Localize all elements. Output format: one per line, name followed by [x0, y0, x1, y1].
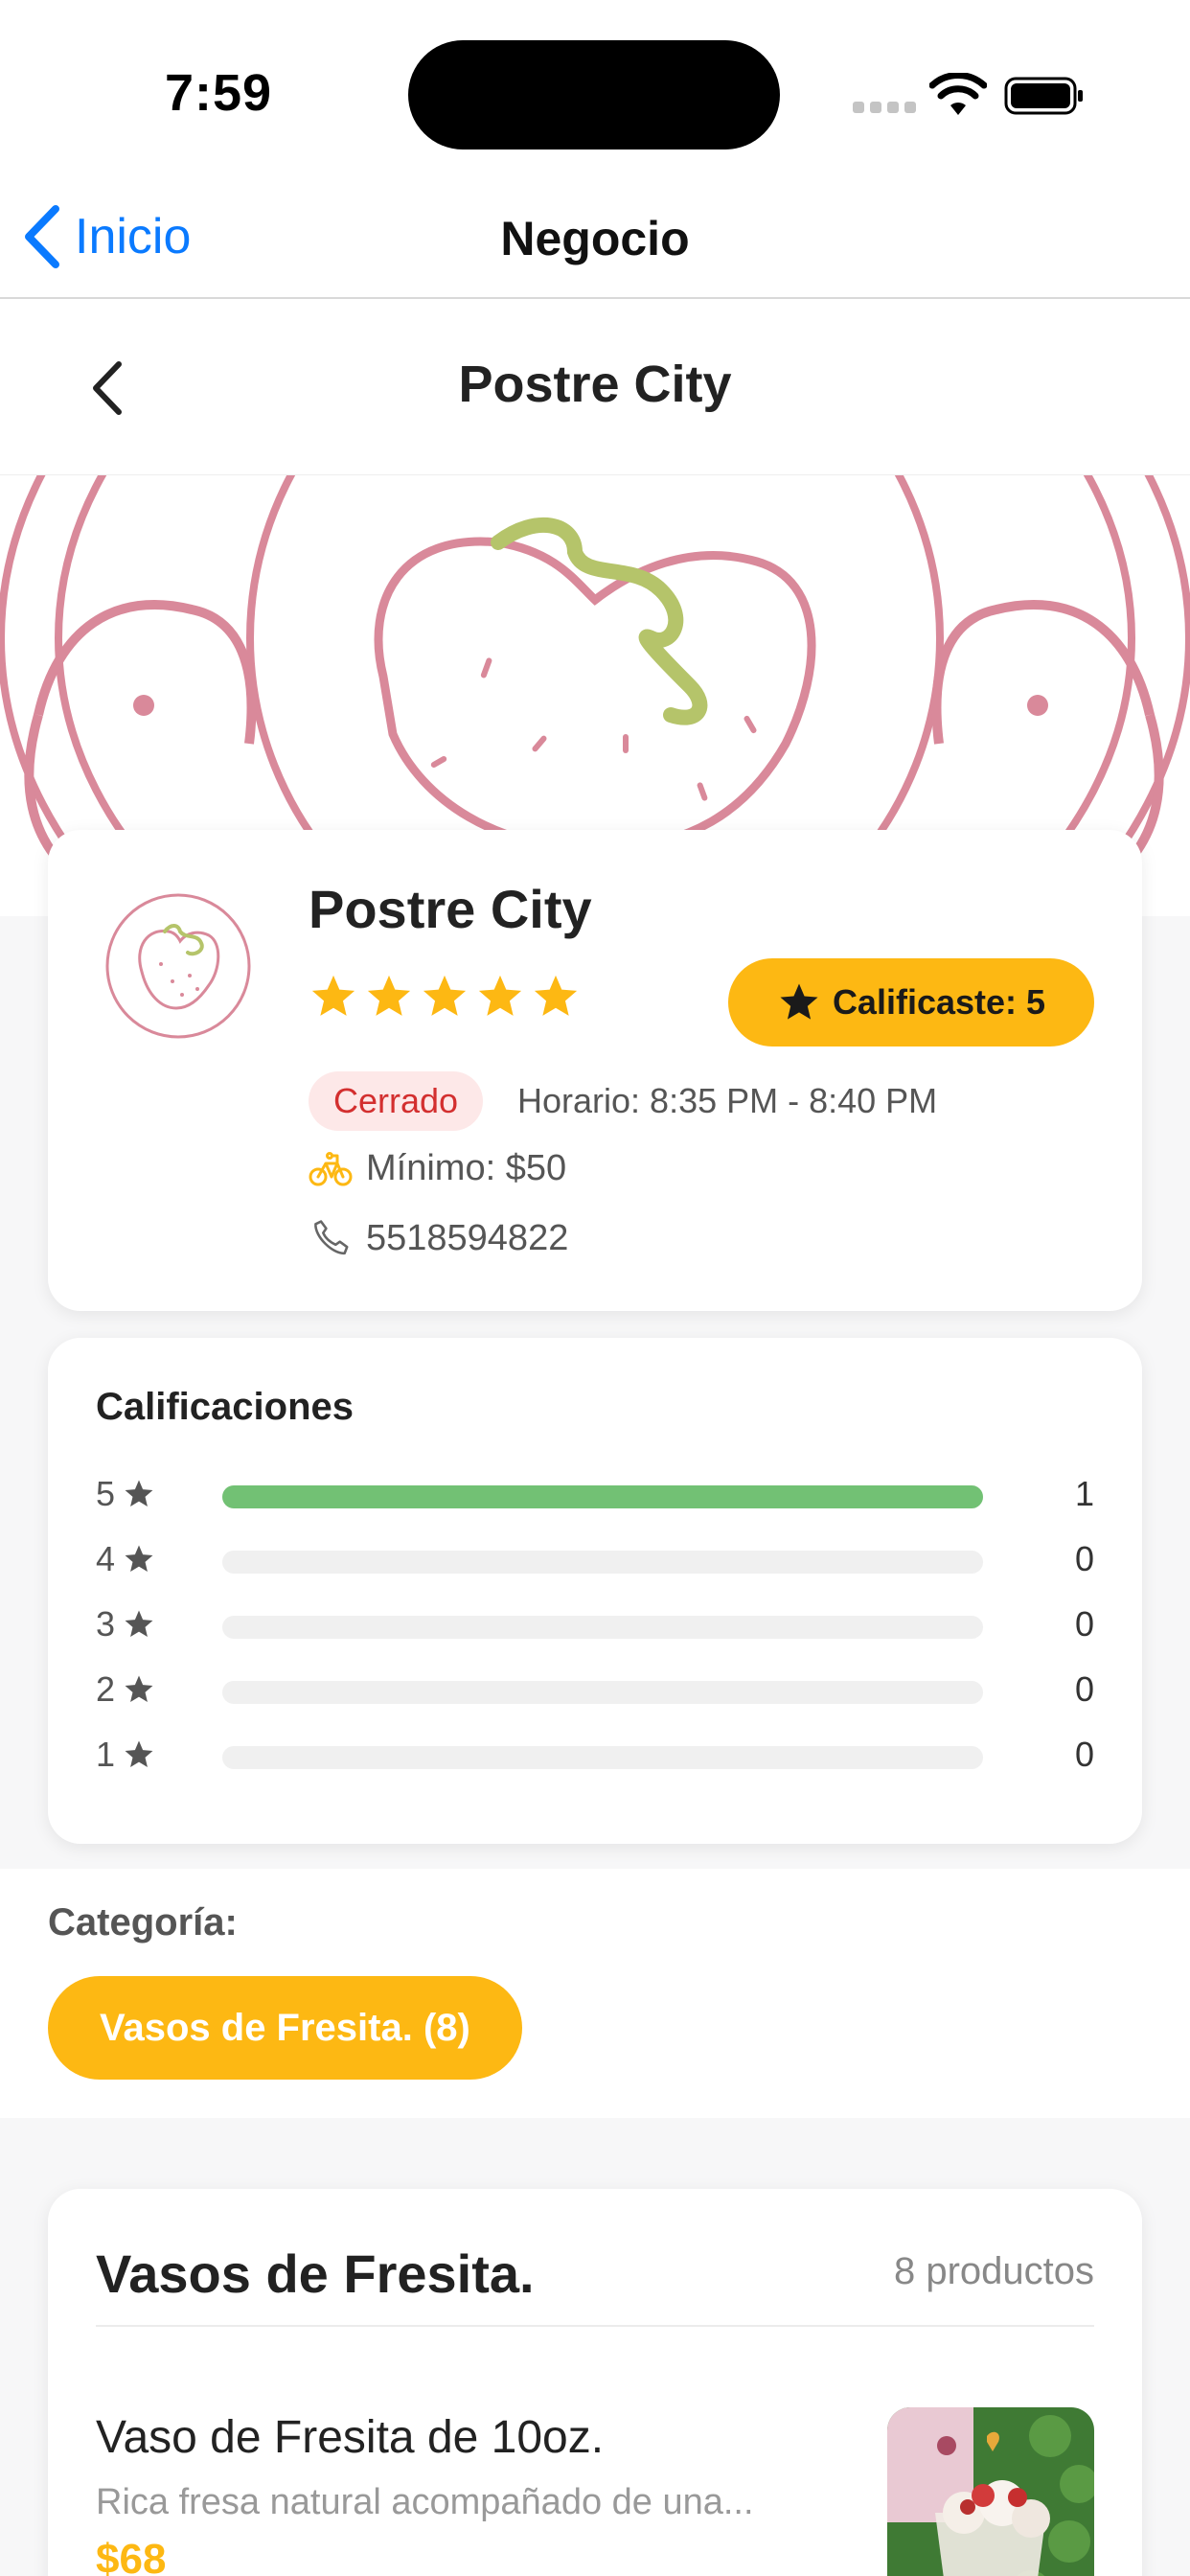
dynamic-island: [408, 40, 780, 150]
star-icon: [534, 975, 578, 1016]
wifi-icon: [929, 73, 987, 115]
star-icon: [125, 1610, 153, 1638]
rating-stars-label: 4: [96, 1539, 155, 1579]
rating-stars-label: 5: [96, 1474, 155, 1514]
phone-icon: [314, 1220, 349, 1255]
business-info-card: Postre City Calificaste: 5 Cerrado Horar…: [48, 830, 1142, 1311]
star-icon: [125, 1675, 153, 1703]
business-name: Postre City: [309, 879, 592, 939]
rating-stars-label: 3: [96, 1604, 155, 1644]
rating-stars-label: 1: [96, 1735, 155, 1775]
rating-row-3: 30: [96, 1604, 1094, 1644]
cellular-signal-icon: [853, 102, 916, 113]
status-time: 7:59: [165, 64, 273, 122]
minimum-order-row: Mínimo: $50: [309, 1148, 566, 1189]
star-icon: [423, 975, 467, 1016]
category-section: Categoría: Vasos de Fresita. (8): [0, 1869, 1190, 2118]
rating-row-1: 10: [96, 1735, 1094, 1775]
product-name[interactable]: Vaso de Fresita de 10oz.: [96, 2411, 604, 2464]
rating-stars-label: 2: [96, 1669, 155, 1710]
status-bar: 7:59: [0, 0, 1190, 172]
rating-bar-track: [222, 1616, 983, 1639]
products-section-title: Vasos de Fresita.: [96, 2243, 535, 2304]
rating-bar-track: [222, 1551, 983, 1574]
page-title: Postre City: [458, 356, 732, 413]
bicycle-icon: [309, 1151, 353, 1185]
star-icon: [780, 983, 818, 1020]
rating-count: 0: [1074, 1735, 1094, 1774]
your-rating-label: Calificaste: 5: [832, 982, 1046, 1022]
battery-icon: [1004, 77, 1083, 115]
ratings-card: Calificaciones 5140302010: [48, 1338, 1142, 1844]
rating-star-number: 1: [96, 1735, 116, 1774]
nav-title: Negocio: [500, 212, 690, 265]
rating-row-2: 20: [96, 1669, 1094, 1710]
rating-star-number: 3: [96, 1604, 116, 1644]
product-description: Rica fresa natural acompañado de una...: [96, 2482, 754, 2522]
rating-bar-track: [222, 1746, 983, 1769]
rating-star-number: 4: [96, 1539, 116, 1578]
phone-number: 5518594822: [366, 1217, 569, 1258]
rating-count: 0: [1074, 1604, 1094, 1644]
products-count: 8 productos: [893, 2250, 1094, 2292]
rating-count: 1: [1074, 1474, 1094, 1513]
rating-stars: [309, 972, 581, 1022]
rating-star-number: 5: [96, 1474, 116, 1513]
minimum-order: Mínimo: $50: [366, 1148, 567, 1188]
phone-row[interactable]: 5518594822: [309, 1217, 568, 1259]
navigation-bar: Inicio Negocio: [0, 172, 1190, 299]
category-chip[interactable]: Vasos de Fresita. (8): [48, 1976, 522, 2080]
products-card: Vasos de Fresita. 8 productos Vaso de Fr…: [48, 2189, 1142, 2576]
divider: [96, 2325, 1094, 2327]
rating-row-5: 51: [96, 1474, 1094, 1514]
your-rating-button[interactable]: Calificaste: 5: [728, 958, 1094, 1046]
star-icon: [125, 1480, 153, 1507]
star-icon: [311, 975, 355, 1016]
product-image[interactable]: [887, 2407, 1094, 2576]
star-icon: [367, 975, 411, 1016]
star-icon: [125, 1740, 153, 1768]
rating-star-number: 2: [96, 1669, 116, 1709]
rating-count: 0: [1074, 1539, 1094, 1578]
rating-count: 0: [1074, 1669, 1094, 1709]
business-logo: [105, 893, 251, 1039]
business-schedule: Horario: 8:35 PM - 8:40 PM: [517, 1081, 938, 1120]
star-icon: [125, 1545, 153, 1573]
rating-bar-track: [222, 1681, 983, 1704]
product-price: $68: [96, 2536, 167, 2576]
category-label: Categoría:: [48, 1901, 238, 1944]
status-badge: Cerrado: [309, 1071, 484, 1131]
rating-row-4: 40: [96, 1539, 1094, 1579]
rating-bar-track: [222, 1485, 983, 1508]
business-header: Postre City: [0, 301, 1190, 475]
star-icon: [478, 975, 522, 1016]
rating-bar-fill: [222, 1485, 983, 1508]
ratings-title: Calificaciones: [96, 1386, 355, 1428]
